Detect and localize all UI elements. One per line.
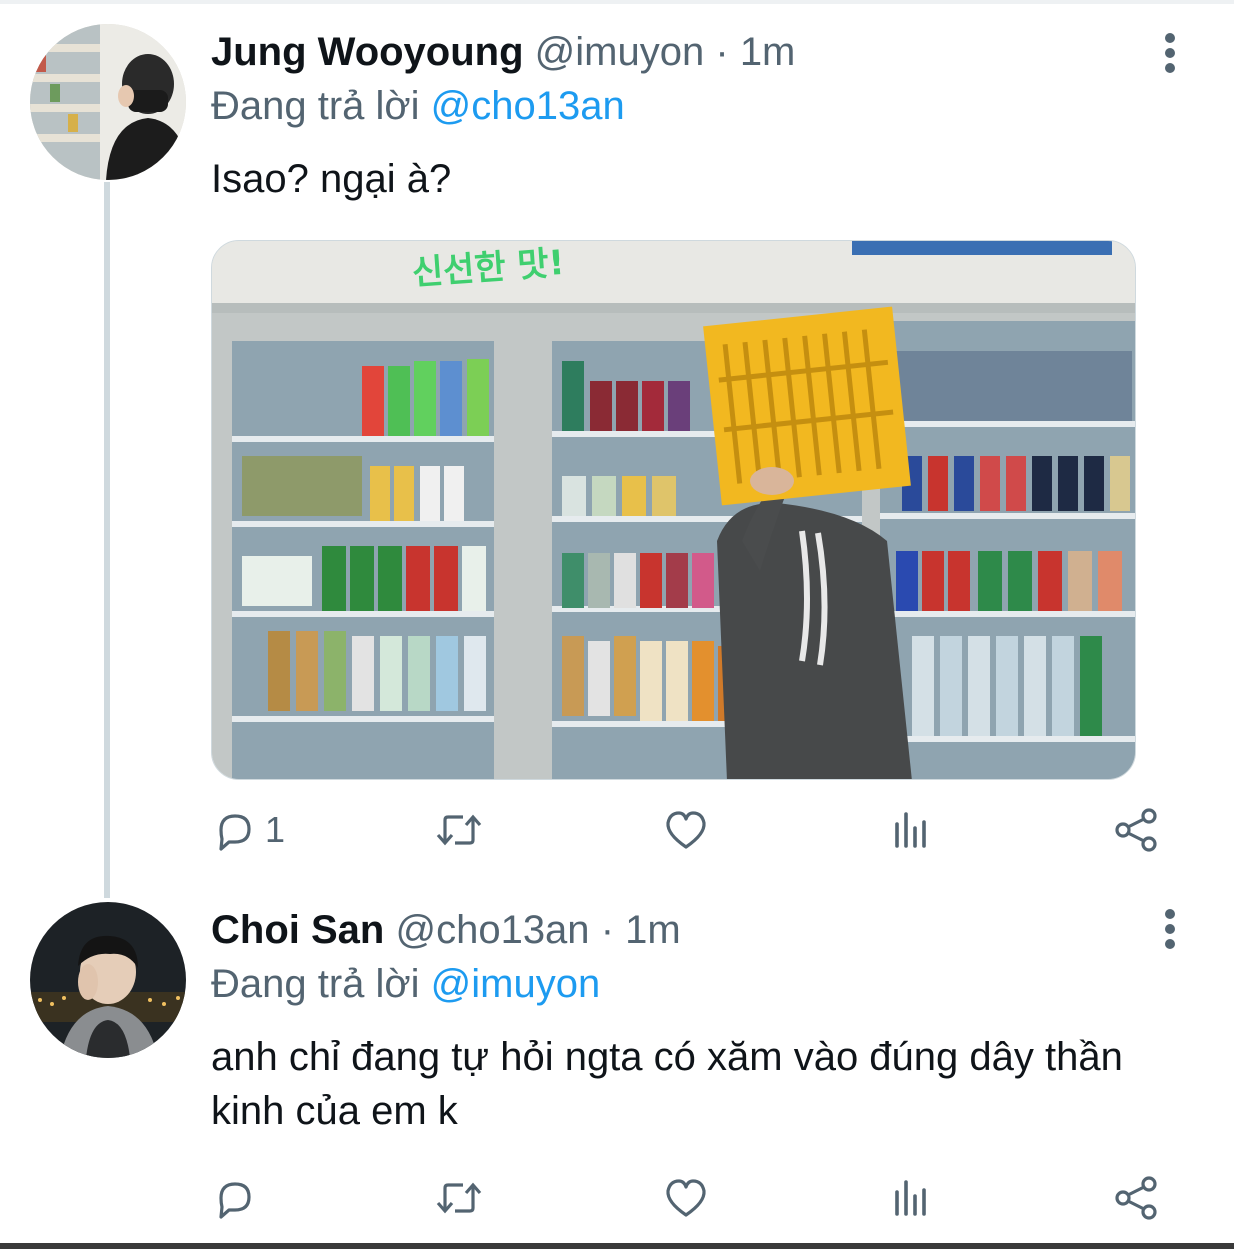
separator-dot: · <box>715 30 729 74</box>
reply-mention-link[interactable]: @imuyon <box>431 962 601 1006</box>
views-button[interactable] <box>889 1170 933 1226</box>
heart-icon <box>663 808 709 852</box>
share-icon <box>1113 1174 1161 1222</box>
reply-count: 1 <box>265 809 286 850</box>
share-button[interactable] <box>1113 1170 1161 1226</box>
retweet-button[interactable] <box>433 1170 485 1226</box>
like-button[interactable] <box>663 1170 709 1226</box>
reply-icon <box>211 1176 255 1220</box>
share-button[interactable] <box>1113 802 1161 858</box>
bottom-divider <box>0 1243 1234 1249</box>
more-vertical-icon[interactable] <box>1150 28 1190 78</box>
tweet-text: anh chỉ đang tự hỏi ngta có xăm vào đúng… <box>211 1035 1123 1133</box>
display-name[interactable]: Jung Wooyoung <box>211 30 524 74</box>
bar-chart-icon <box>889 808 933 852</box>
user-handle[interactable]: @imuyon <box>535 30 705 74</box>
separator-dot: · <box>600 908 615 952</box>
timestamp[interactable]: 1m <box>625 908 681 952</box>
retweet-icon <box>433 1176 485 1220</box>
more-vertical-icon[interactable] <box>1150 904 1190 954</box>
tweet-header: Choi San @cho13an · 1m <box>211 900 681 960</box>
views-button[interactable] <box>889 802 933 858</box>
heart-icon <box>663 1176 709 1220</box>
share-icon <box>1113 806 1161 854</box>
reply-mention-link[interactable]: @cho13an <box>431 84 625 128</box>
tweet-text: Isao? ngại à? <box>211 157 452 201</box>
like-button[interactable] <box>663 802 709 858</box>
tweet-photo[interactable]: 신선한 맛! <box>211 240 1136 780</box>
timestamp[interactable]: 1m <box>740 30 796 74</box>
avatar[interactable] <box>30 902 186 1058</box>
tweet-header: Jung Wooyoung @imuyon · 1m <box>211 22 795 82</box>
retweet-icon <box>433 808 485 852</box>
avatar[interactable] <box>30 24 186 180</box>
retweet-button[interactable] <box>433 802 485 858</box>
reply-icon <box>211 808 255 852</box>
tweet-actions <box>211 1170 1171 1226</box>
tweet-choi-san[interactable]: Choi San @cho13an · 1m Đang trả lời @imu… <box>0 880 1234 1240</box>
replying-to-label: Đang trả lời <box>211 84 420 128</box>
replying-to-label: Đang trả lời <box>211 962 420 1006</box>
tweet-actions: 1 <box>211 802 1171 858</box>
tweet-jung-wooyoung[interactable]: Jung Wooyoung @imuyon · 1m Đang trả lời … <box>0 0 1234 880</box>
bar-chart-icon <box>889 1176 933 1220</box>
replying-to: Đang trả lời @imuyon <box>211 956 600 1012</box>
reply-button[interactable] <box>211 1170 265 1226</box>
replying-to: Đang trả lời @cho13an <box>211 78 625 134</box>
reply-button[interactable]: 1 <box>211 802 285 858</box>
user-handle[interactable]: @cho13an <box>395 908 589 952</box>
display-name[interactable]: Choi San <box>211 908 384 952</box>
